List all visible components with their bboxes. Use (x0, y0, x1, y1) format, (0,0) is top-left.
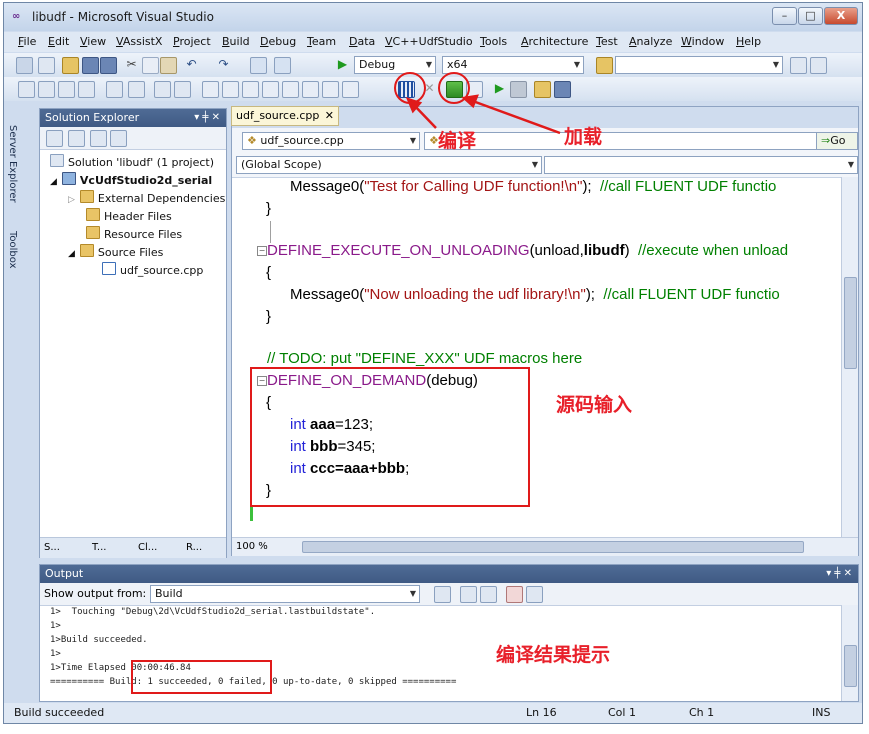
annotation-result-hint: 编译结果提示 (496, 644, 611, 666)
annotation-source-input: 源码输入 (556, 394, 633, 416)
annotation-compile: 编译 (438, 130, 477, 152)
build-result-highlight-box (131, 660, 272, 694)
load-arrowhead (461, 94, 479, 109)
annotation-load: 加载 (564, 126, 603, 148)
load-arrow (469, 98, 561, 135)
source-input-highlight-box (250, 367, 530, 507)
